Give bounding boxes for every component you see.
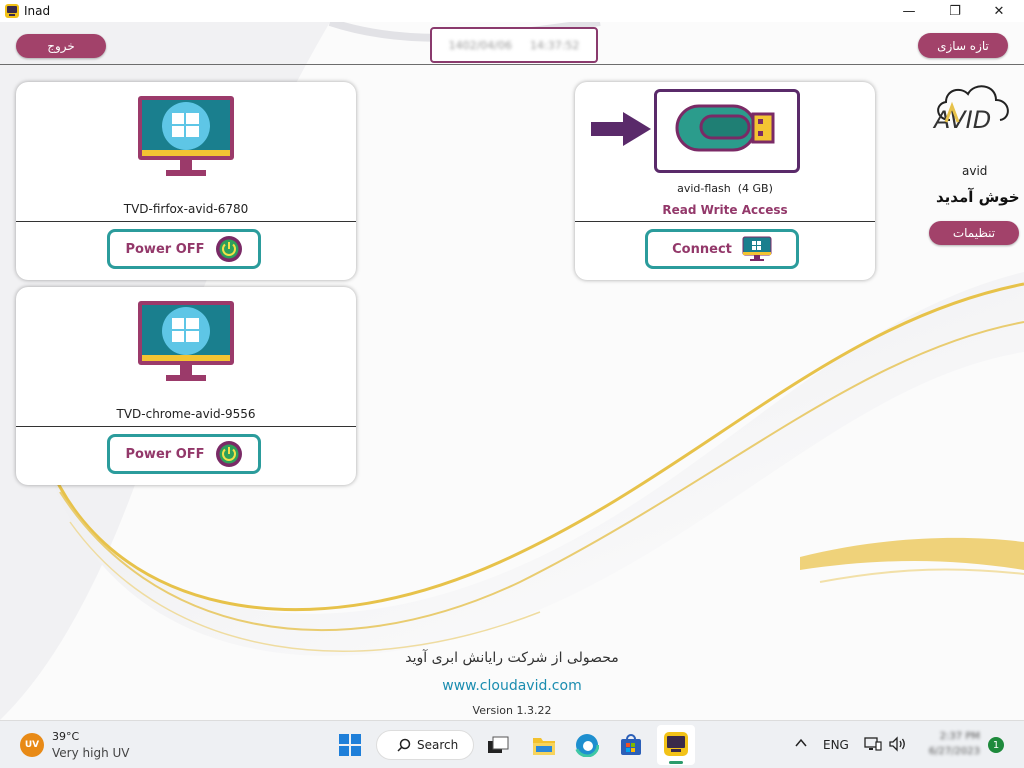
power-off-label: Power OFF (125, 446, 205, 462)
card-divider (16, 426, 356, 427)
search-icon (397, 738, 411, 752)
usb-name: avid-flash (677, 182, 731, 195)
power-off-button[interactable]: Power OFF (107, 434, 261, 474)
microsoft-store-icon[interactable] (617, 731, 645, 759)
window-title: Inad (24, 4, 51, 18)
windows-monitor-icon (138, 96, 234, 176)
version-label: Version 1.3.22 (472, 704, 552, 717)
minimize-button[interactable]: — (886, 0, 932, 22)
file-explorer-icon[interactable] (530, 731, 558, 759)
vm-name: TVD-chrome-avid-9556 (116, 407, 256, 421)
avid-logo: AVID (932, 85, 1009, 134)
app-icon (664, 732, 688, 756)
card-divider (16, 221, 356, 222)
time-text: 14:37:52 (530, 38, 580, 52)
welcome-label: خوش آمدید (936, 188, 1020, 206)
connect-label: Connect (672, 241, 732, 257)
system-clock[interactable]: 2:37 PM 6/27/2023 (920, 729, 980, 759)
card-divider (575, 221, 875, 222)
power-off-label: Power OFF (125, 241, 205, 257)
svg-text:AVID: AVID (932, 106, 991, 134)
task-view-icon[interactable] (484, 731, 512, 759)
usb-name-size: avid-flash (4 GB) (575, 182, 875, 195)
notification-badge[interactable]: 1 (988, 737, 1004, 753)
usb-access-label: Read Write Access (662, 203, 788, 217)
connect-button[interactable]: Connect (645, 229, 799, 269)
clock-time: 2:37 PM (939, 731, 980, 742)
edge-browser-icon[interactable] (573, 731, 601, 759)
company-tagline: محصولی از شرکت رایانش ابری آوید (405, 650, 619, 666)
close-button[interactable]: ✕ (976, 0, 1022, 22)
usb-size: (4 GB) (737, 182, 773, 195)
power-icon (215, 236, 242, 262)
start-icon[interactable] (336, 731, 364, 759)
exit-button[interactable]: خروج (16, 34, 106, 58)
network-icon[interactable] (864, 736, 882, 755)
usb-flash-icon (675, 104, 775, 152)
monitor-connect-icon (742, 236, 772, 261)
vm-card: TVD-chrome-avid-9556 Power OFF (16, 287, 356, 485)
arrow-right-icon (591, 112, 651, 146)
maximize-button[interactable]: ❐ (932, 0, 978, 22)
title-bar: Inad — ❐ ✕ (0, 0, 1024, 22)
search-label: Search (417, 738, 459, 752)
toolbar-divider (0, 64, 1024, 65)
date-time-display: 1402/04/06 14:37:52 (430, 27, 598, 63)
clock-date: 6/27/2023 (928, 746, 980, 757)
usb-device-card: avid-flash (4 GB) Read Write Access Conn… (575, 82, 875, 280)
power-off-button[interactable]: Power OFF (107, 229, 261, 269)
username-label: avid (962, 164, 988, 178)
active-indicator (669, 761, 683, 764)
inad-app-taskbar-button[interactable] (657, 725, 695, 765)
taskbar: UV 39°C Very high UV Search ENG 2:37 PM (0, 720, 1024, 768)
weather-description[interactable]: Very high UV (52, 746, 129, 760)
refresh-button[interactable]: تازه سازی (918, 33, 1008, 58)
website-link[interactable]: www.cloudavid.com (0, 678, 1024, 694)
weather-temperature[interactable]: 39°C (52, 730, 79, 743)
vm-card: TVD-firfox-avid-6780 Power OFF (16, 82, 356, 280)
vm-name: TVD-firfox-avid-6780 (123, 202, 249, 216)
windows-monitor-icon (138, 301, 234, 381)
power-icon (215, 441, 242, 467)
settings-button[interactable]: تنظیمات (929, 221, 1019, 245)
weather-icon[interactable]: UV (20, 733, 44, 757)
app-icon (5, 4, 19, 18)
usb-device-frame[interactable] (654, 89, 800, 173)
taskbar-search[interactable]: Search (376, 730, 474, 760)
volume-icon[interactable] (888, 736, 908, 755)
language-indicator[interactable]: ENG (823, 738, 849, 752)
date-text: 1402/04/06 (448, 38, 512, 52)
tray-overflow-chevron-icon[interactable] (794, 736, 808, 753)
